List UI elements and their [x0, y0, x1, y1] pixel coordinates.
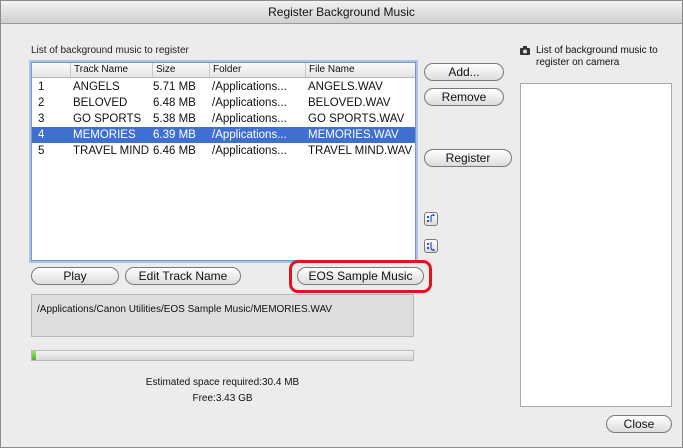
eos-sample-music-highlight	[289, 260, 432, 293]
cell-num: 1	[38, 81, 45, 93]
cell-size: 6.39 MB	[153, 129, 196, 141]
cell-num: 5	[38, 145, 45, 157]
cell-folder: /Applications...	[212, 145, 287, 157]
cell-track: TRAVEL MIND	[73, 145, 150, 157]
selected-file-path: /Applications/Canon Utilities/EOS Sample…	[31, 294, 414, 337]
cell-num: 3	[38, 113, 45, 125]
cell-num: 4	[38, 129, 45, 141]
cell-file: TRAVEL MIND.WAV	[308, 145, 413, 157]
cell-folder: /Applications...	[212, 81, 287, 93]
cell-track: ANGELS	[73, 81, 120, 93]
table-header: Track Name Size Folder File Name	[32, 63, 415, 78]
cell-folder: /Applications...	[212, 97, 287, 109]
cell-file: ANGELS.WAV	[308, 81, 383, 93]
table-row[interactable]: 2 BELOVED 6.48 MB/Applications... BELOVED.W…	[32, 95, 415, 111]
column-header-size[interactable]: Size	[152, 63, 209, 77]
cell-size: 5.71 MB	[153, 81, 196, 93]
cell-track: MEMORIES	[73, 129, 136, 141]
cell-size: 6.48 MB	[153, 97, 196, 109]
edit-track-name-button[interactable]: Edit Track Name	[125, 267, 241, 285]
register-button[interactable]: Register	[424, 149, 512, 167]
register-background-music-window: Register Background Music List of backgr…	[0, 0, 683, 448]
table-row[interactable]: 3 GO SPORTS 5.38 MB/Applications... GO SPOR…	[32, 111, 415, 127]
table-row[interactable]: 5 TRAVEL MIND 6.46 MB/Applications... TRAVE…	[32, 143, 415, 159]
cell-track: BELOVED	[73, 97, 128, 109]
space-progress-fill	[32, 351, 36, 360]
cell-folder: /Applications...	[212, 129, 287, 141]
move-down-icon[interactable]	[424, 239, 438, 253]
cell-folder: /Applications...	[212, 113, 287, 125]
right-list-label: List of background music to register on …	[536, 45, 658, 68]
camera-icon	[520, 46, 530, 59]
cell-track: GO SPORTS	[73, 113, 142, 125]
play-button[interactable]: Play	[31, 267, 119, 285]
cell-file: MEMORIES.WAV	[308, 129, 399, 141]
window-title: Register Background Music	[1, 1, 682, 24]
camera-music-list[interactable]	[520, 83, 672, 407]
cell-file: BELOVED.WAV	[308, 97, 391, 109]
close-button[interactable]: Close	[606, 415, 672, 433]
column-header-file-name[interactable]: File Name	[305, 63, 415, 77]
add-button[interactable]: Add...	[424, 63, 504, 81]
left-list-label: List of background music to register	[31, 45, 189, 56]
cell-num: 2	[38, 97, 45, 109]
free-space-text: Free:3.43 GB	[192, 393, 253, 404]
column-header-number[interactable]	[32, 63, 70, 77]
cell-size: 5.38 MB	[153, 113, 196, 125]
column-header-folder[interactable]: Folder	[209, 63, 305, 77]
music-table[interactable]: Track Name Size Folder File Name 1 ANGELS…	[31, 62, 416, 261]
table-row[interactable]: 4 MEMORIES 6.39 MB/Applications... MEMORIES…	[32, 127, 415, 143]
space-progress-bar	[31, 350, 414, 361]
column-header-track-name[interactable]: Track Name	[70, 63, 152, 77]
cell-size: 6.46 MB	[153, 145, 196, 157]
remove-button[interactable]: Remove	[424, 88, 504, 106]
table-row[interactable]: 1 ANGELS 5.71 MB/Applications... ANGELS.WAV	[32, 79, 415, 95]
estimated-space-text: Estimated space required:30.4 MB	[145, 377, 300, 388]
cell-file: GO SPORTS.WAV	[308, 113, 405, 125]
move-up-icon[interactable]	[424, 212, 438, 226]
